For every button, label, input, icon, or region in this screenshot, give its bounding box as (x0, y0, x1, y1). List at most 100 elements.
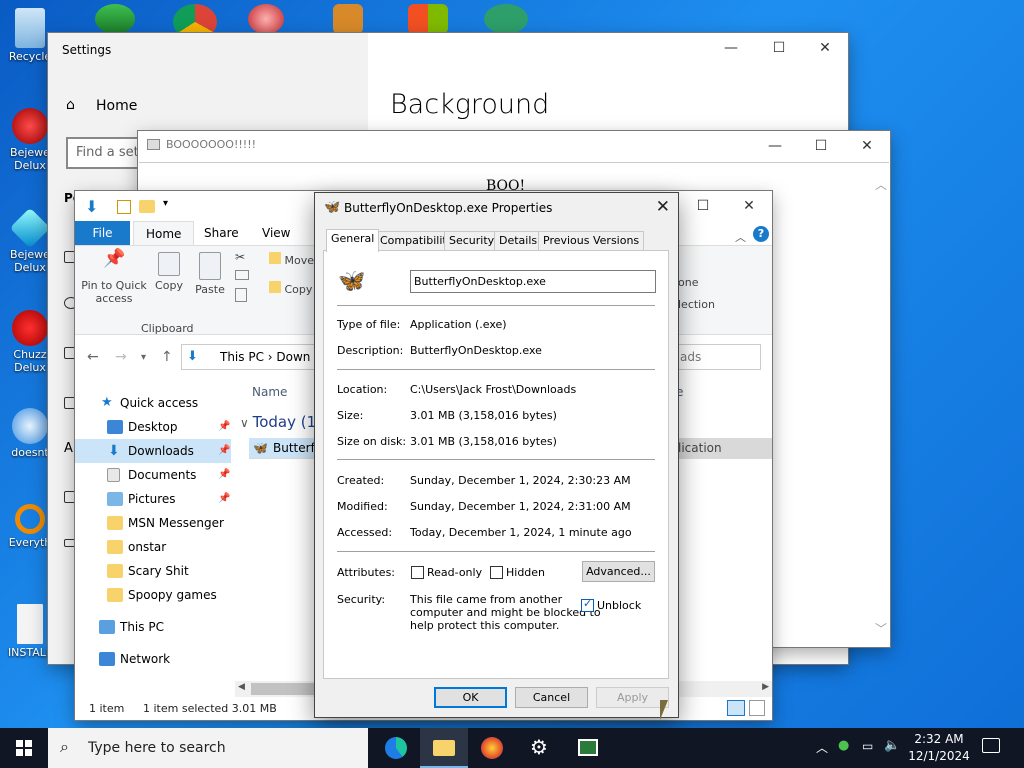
details-view-icon[interactable] (727, 700, 745, 716)
paste-button[interactable]: Paste (193, 252, 227, 296)
search-box[interactable]: ads (675, 344, 761, 370)
large-icons-view-icon[interactable] (749, 700, 765, 716)
scroll-left-icon[interactable]: ◀ (238, 682, 245, 692)
copy-path-icon[interactable] (235, 270, 249, 280)
notification-icon[interactable] (982, 738, 1000, 753)
tab-previous-versions[interactable]: Previous Versions (538, 231, 645, 251)
scroll-up-icon[interactable]: ︿ (875, 176, 887, 193)
nav-item-this-pc[interactable]: This PC (75, 615, 231, 639)
desktop-icon-app-box[interactable] (333, 4, 363, 34)
close-button[interactable]: ✕ (726, 191, 772, 221)
cancel-button[interactable]: Cancel (515, 687, 588, 708)
hidden-label[interactable]: Hidden (506, 566, 545, 579)
nav-item-msn-messenger[interactable]: MSN Messenger (75, 511, 231, 535)
network-icon (99, 652, 115, 666)
clock-time: 2:32 AM (914, 732, 964, 746)
taskbar-settings[interactable]: ⚙ (516, 728, 564, 768)
taskbar-app-window[interactable] (564, 728, 612, 768)
tab-security[interactable]: Security (444, 231, 500, 251)
minimize-button[interactable]: — (752, 131, 798, 161)
chevron-up-icon[interactable]: ︿ (816, 739, 828, 756)
download-arrow-icon[interactable]: ⬇ (85, 197, 98, 216)
scroll-down-icon[interactable]: ﹀ (875, 620, 887, 637)
location-value: C:\Users\Jack Frost\Downloads (410, 383, 577, 396)
close-button[interactable]: ✕ (844, 131, 890, 161)
volume-icon[interactable]: 🔈 (884, 738, 900, 753)
vertical-scrollbar[interactable]: ︿ ﹀ (872, 176, 890, 637)
paste-shortcut-icon[interactable] (235, 288, 247, 302)
app-window-icon (147, 139, 160, 150)
readonly-label[interactable]: Read-only (427, 566, 482, 579)
column-header-name[interactable]: Name (252, 385, 287, 399)
gear-icon: ⚙ (530, 735, 548, 759)
butterfly-icon: 🦋 (324, 200, 341, 215)
nav-item-scary-shit[interactable]: Scary Shit (75, 559, 231, 583)
documents-icon (107, 468, 120, 482)
downloads-icon: ⬇ (108, 443, 120, 459)
dropdown-icon[interactable]: ▾ (163, 198, 168, 209)
address-input[interactable]: This PC › Down (181, 344, 331, 370)
folder-icon[interactable] (139, 200, 155, 213)
tab-file[interactable]: File (75, 221, 130, 245)
maximize-button[interactable]: ☐ (680, 191, 726, 221)
taskbar-firefox[interactable] (468, 728, 516, 768)
nav-item-onstar[interactable]: onstar (75, 535, 231, 559)
ok-button[interactable]: OK (434, 687, 507, 708)
advanced-button[interactable]: Advanced... (582, 561, 655, 582)
move-to-button[interactable]: Move (269, 252, 314, 267)
boo-title: BOOOOOOO!!!!! (166, 138, 257, 151)
start-button[interactable] (0, 728, 48, 768)
properties-icon[interactable] (117, 200, 131, 214)
apply-button[interactable]: Apply (596, 687, 669, 708)
recent-locations-icon[interactable]: ▾ (141, 352, 146, 363)
forward-icon[interactable]: → (115, 349, 127, 365)
close-button[interactable]: ✕ (656, 197, 670, 217)
tab-view[interactable]: View (262, 221, 290, 245)
taskbar-clock[interactable]: 2:32 AM 12/1/2024 (904, 731, 974, 765)
tab-share[interactable]: Share (204, 221, 239, 245)
readonly-checkbox[interactable] (411, 566, 424, 579)
cut-icon[interactable]: ✂ (235, 250, 245, 264)
group-header-today[interactable]: ∨ Today (1) (240, 413, 322, 431)
checkmark-icon: ✓ (583, 597, 593, 610)
nav-item-downloads[interactable]: ⬇ Downloads 📌 (75, 439, 231, 463)
close-button[interactable]: ✕ (802, 33, 848, 63)
maximize-button[interactable]: ☐ (798, 131, 844, 161)
taskbar-search-box[interactable]: ⌕ Type here to search (48, 728, 368, 768)
tab-home[interactable]: Home (133, 221, 195, 245)
nav-item-quick-access[interactable]: ★ Quick access (75, 391, 231, 415)
maximize-button[interactable]: ☐ (756, 33, 802, 63)
nav-item-desktop[interactable]: Desktop 📌 (75, 415, 231, 439)
nav-item-network[interactable]: Network (75, 647, 231, 671)
network-icon[interactable]: ▭ (862, 739, 873, 753)
tab-general[interactable]: General (326, 229, 380, 252)
home-icon[interactable]: ⌂ (66, 97, 75, 113)
pin-to-quick-access-button[interactable]: 📌 Pin to Quick access (81, 250, 147, 306)
desktop-icon-character[interactable] (484, 4, 528, 34)
desktop-icon-app-red[interactable] (248, 4, 284, 34)
taskbar-file-explorer[interactable] (420, 728, 468, 768)
help-icon[interactable]: ? (753, 226, 769, 242)
copy-button[interactable]: Copy (153, 252, 185, 292)
filename-input[interactable]: ButterflyOnDesktop.exe (410, 270, 656, 293)
invert-selection-button[interactable]: lection (678, 298, 715, 311)
unblock-label[interactable]: Unblock (597, 599, 641, 612)
taskbar-edge[interactable] (372, 728, 420, 768)
nav-item-spoopy-games[interactable]: Spoopy games (75, 583, 231, 607)
unblock-checkbox[interactable]: ✓ (581, 597, 594, 612)
scroll-right-icon[interactable]: ▶ (762, 682, 769, 692)
nav-item-pictures[interactable]: Pictures 📌 (75, 487, 231, 511)
desktop-icon-windows[interactable] (408, 4, 448, 34)
people-icon[interactable]: ● (838, 738, 849, 753)
back-icon[interactable]: ← (87, 349, 99, 365)
up-icon[interactable]: ↑ (161, 349, 173, 365)
select-none-button[interactable]: one (678, 276, 698, 289)
desktop-icon-msn[interactable] (95, 4, 135, 34)
tab-details[interactable]: Details (494, 231, 543, 251)
home-link[interactable]: Home (96, 98, 137, 114)
minimize-button[interactable]: — (708, 33, 754, 63)
hidden-checkbox[interactable] (490, 566, 503, 579)
copy-to-button[interactable]: Copy (269, 281, 312, 296)
nav-item-documents[interactable]: Documents 📌 (75, 463, 231, 487)
collapse-ribbon-icon[interactable]: ︿ (735, 229, 746, 245)
